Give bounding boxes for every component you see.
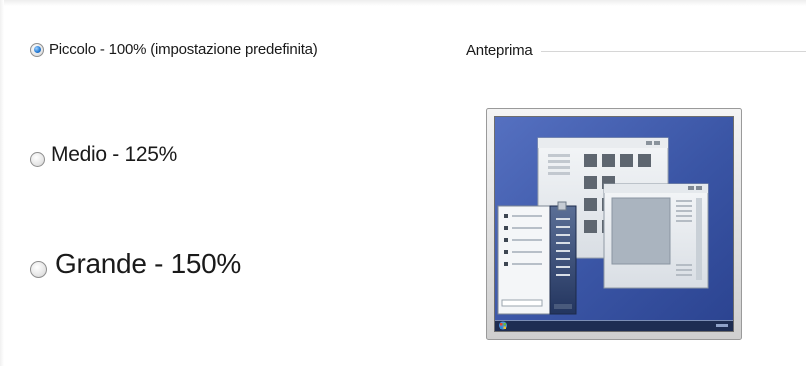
preview-group-header: Anteprima [466,42,806,59]
option-large-label[interactable]: Grande - 150% [55,248,241,280]
option-medium-label[interactable]: Medio - 125% [51,143,177,167]
dpi-settings-panel: Piccolo - 100% (impostazione predefinita… [0,0,806,366]
option-small-label[interactable]: Piccolo - 100% (impostazione predefinita… [49,41,318,58]
radio-small[interactable] [30,42,44,57]
preview-separator [540,51,806,52]
option-medium[interactable]: Medio - 125% [30,143,177,167]
desktop-preview-icon [486,108,742,340]
preview-title: Anteprima [466,42,533,59]
panel-left-edge [0,0,4,366]
option-small[interactable]: Piccolo - 100% (impostazione predefinita… [30,41,318,58]
option-large[interactable]: Grande - 150% [30,248,241,280]
radio-large[interactable] [30,260,47,278]
radio-medium[interactable] [30,151,45,167]
panel-top-edge [0,0,806,6]
